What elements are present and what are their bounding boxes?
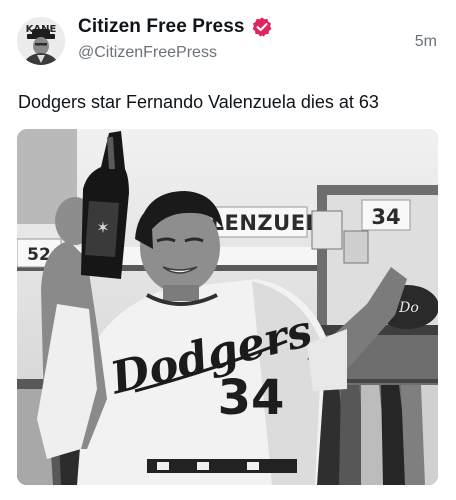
author-display-name[interactable]: Citizen Free Press <box>78 16 245 38</box>
author-name-row: Citizen Free Press <box>78 16 273 38</box>
post-text: Dodgers star Fernando Valenzuela dies at… <box>18 92 379 112</box>
avatar-image: KANE <box>17 17 65 65</box>
verified-badge-icon <box>252 17 271 37</box>
locker-number: 34 <box>371 205 400 229</box>
avatar[interactable]: KANE <box>17 17 65 65</box>
svg-text:Do: Do <box>398 300 419 316</box>
post-card[interactable]: KANE Citizen Free Press @CitizenFreePres… <box>0 0 456 500</box>
post-image[interactable]: VALENZUEL 34 52 Do ✶ Dodgers 34 <box>17 129 438 485</box>
post-header: KANE Citizen Free Press @CitizenFreePres… <box>0 0 456 80</box>
author-handle[interactable]: @CitizenFreePress <box>78 44 217 62</box>
post-timestamp[interactable]: 5m <box>415 33 437 51</box>
jersey-number: 34 <box>218 370 285 426</box>
svg-text:✶: ✶ <box>96 218 109 237</box>
post-image-illustration: VALENZUEL 34 52 Do ✶ Dodgers 34 <box>17 129 438 485</box>
